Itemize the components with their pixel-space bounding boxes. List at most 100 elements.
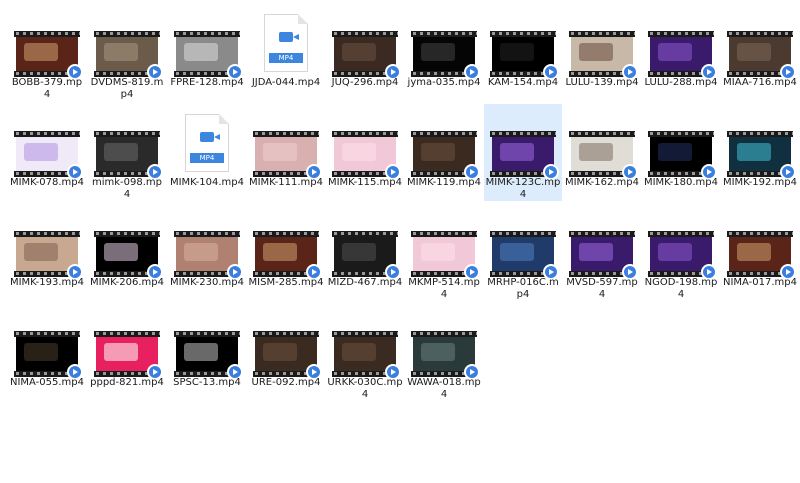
file-item[interactable]: MIMK-230.mp4 [168, 204, 246, 301]
file-item[interactable]: FPRE-128.mp4 [168, 4, 246, 101]
file-name: JUQ-296.mp4 [331, 77, 399, 88]
video-thumbnail [94, 231, 163, 280]
video-thumbnail [332, 31, 401, 80]
mp4-file-icon: MP4 [185, 114, 229, 172]
file-item[interactable]: pppd-821.mp4 [88, 304, 166, 401]
doc-thumbnail: MP4 [174, 108, 240, 178]
file-name: MIMK-193.mp4 [9, 277, 85, 288]
file-name: URKK-030C.mp4 [327, 377, 403, 400]
file-name: MKMP-514.mp4 [408, 277, 480, 300]
file-item[interactable]: MRHP-016C.mp4 [484, 204, 562, 301]
video-thumbnail [411, 31, 480, 80]
camera-icon [200, 132, 220, 142]
file-name: MIMK-119.mp4 [406, 177, 482, 188]
file-name: MIMK-192.mp4 [722, 177, 798, 188]
file-name: mimk-098.mp4 [91, 177, 162, 200]
video-thumbnail [569, 131, 638, 180]
file-item[interactable]: MIMK-123C.mp4 [484, 104, 562, 201]
file-name: MIMK-180.mp4 [643, 177, 719, 188]
file-item[interactable]: NGOD-198.mp4 [642, 204, 720, 301]
file-item[interactable]: LULU-139.mp4 [563, 4, 641, 101]
file-name: KAM-154.mp4 [487, 77, 559, 88]
file-item[interactable]: jyma-035.mp4 [405, 4, 483, 101]
file-name: MIMK-111.mp4 [248, 177, 324, 188]
camera-icon [279, 32, 299, 42]
file-name: MISM-285.mp4 [248, 277, 324, 288]
file-name: FPRE-128.mp4 [170, 77, 244, 88]
video-thumbnail [490, 231, 559, 280]
file-name: MVSD-597.mp4 [566, 277, 638, 300]
file-item[interactable]: MVSD-597.mp4 [563, 204, 641, 301]
file-name: DVDMS-819.mp4 [90, 77, 164, 100]
video-thumbnail [253, 331, 322, 380]
file-name: LULU-139.mp4 [565, 77, 639, 88]
file-item[interactable]: MP4 JJDA-044.mp4 [247, 4, 325, 101]
video-thumbnail [648, 131, 717, 180]
file-item[interactable]: KAM-154.mp4 [484, 4, 562, 101]
file-item[interactable]: WAWA-018.mp4 [405, 304, 483, 401]
file-item[interactable]: MIAA-716.mp4 [721, 4, 799, 101]
file-item[interactable]: URE-092.mp4 [247, 304, 325, 401]
file-item[interactable]: MIMK-206.mp4 [88, 204, 166, 301]
file-name: MIMK-115.mp4 [327, 177, 403, 188]
file-item[interactable]: DVDMS-819.mp4 [88, 4, 166, 101]
file-item[interactable]: URKK-030C.mp4 [326, 304, 404, 401]
video-thumbnail [14, 331, 83, 380]
video-thumbnail [14, 131, 83, 180]
file-item[interactable]: MIMK-193.mp4 [8, 204, 86, 301]
file-item[interactable]: LULU-288.mp4 [642, 4, 720, 101]
video-thumbnail [174, 231, 243, 280]
file-name: JJDA-044.mp4 [251, 77, 321, 88]
file-item[interactable]: MIMK-192.mp4 [721, 104, 799, 201]
video-thumbnail [253, 231, 322, 280]
file-name: MIMK-230.mp4 [169, 277, 245, 288]
file-item[interactable]: mimk-098.mp4 [88, 104, 166, 201]
video-thumbnail [648, 231, 717, 280]
video-thumbnail [648, 31, 717, 80]
file-name: MIMK-162.mp4 [564, 177, 640, 188]
file-item[interactable]: BOBB-379.mp4 [8, 4, 86, 101]
video-thumbnail [253, 131, 322, 180]
file-name: BOBB-379.mp4 [11, 77, 83, 100]
file-item[interactable]: MKMP-514.mp4 [405, 204, 483, 301]
file-item[interactable]: NIMA-055.mp4 [8, 304, 86, 401]
file-item[interactable]: MIMK-078.mp4 [8, 104, 86, 201]
file-item[interactable]: SPSC-13.mp4 [168, 304, 246, 401]
video-thumbnail [174, 31, 243, 80]
file-item[interactable]: NIMA-017.mp4 [721, 204, 799, 301]
file-name: MIZD-467.mp4 [327, 277, 403, 288]
video-thumbnail [727, 31, 796, 80]
file-name: NIMA-017.mp4 [722, 277, 797, 288]
video-thumbnail [332, 131, 401, 180]
video-thumbnail [94, 31, 163, 80]
video-thumbnail [727, 231, 796, 280]
video-thumbnail [94, 331, 163, 380]
file-name: MRHP-016C.mp4 [487, 277, 559, 300]
doc-thumbnail: MP4 [253, 8, 319, 78]
file-item[interactable]: MIZD-467.mp4 [326, 204, 404, 301]
file-name: SPSC-13.mp4 [173, 377, 241, 388]
video-thumbnail [411, 231, 480, 280]
video-thumbnail [569, 231, 638, 280]
file-name: NGOD-198.mp4 [644, 277, 718, 300]
file-item[interactable]: MISM-285.mp4 [247, 204, 325, 301]
file-name: jyma-035.mp4 [407, 77, 481, 88]
file-item[interactable]: MIMK-115.mp4 [326, 104, 404, 201]
file-grid: BOBB-379.mp4 DVDMS-819.mp4 FPRE-128.mp4 MP4… [0, 0, 800, 483]
file-item[interactable]: JUQ-296.mp4 [326, 4, 404, 101]
file-item[interactable]: MIMK-111.mp4 [247, 104, 325, 201]
video-thumbnail [14, 231, 83, 280]
video-thumbnail [332, 331, 401, 380]
video-thumbnail [569, 31, 638, 80]
video-thumbnail [727, 131, 796, 180]
file-item[interactable]: MIMK-119.mp4 [405, 104, 483, 201]
mp4-tag: MP4 [190, 153, 224, 163]
video-thumbnail [14, 31, 83, 80]
mp4-file-icon: MP4 [264, 14, 308, 72]
file-item[interactable]: MIMK-162.mp4 [563, 104, 641, 201]
file-name: MIMK-104.mp4 [169, 177, 245, 188]
file-item[interactable]: MIMK-180.mp4 [642, 104, 720, 201]
file-item[interactable]: MP4 MIMK-104.mp4 [168, 104, 246, 201]
video-thumbnail [490, 131, 559, 180]
file-name: pppd-821.mp4 [90, 377, 164, 388]
